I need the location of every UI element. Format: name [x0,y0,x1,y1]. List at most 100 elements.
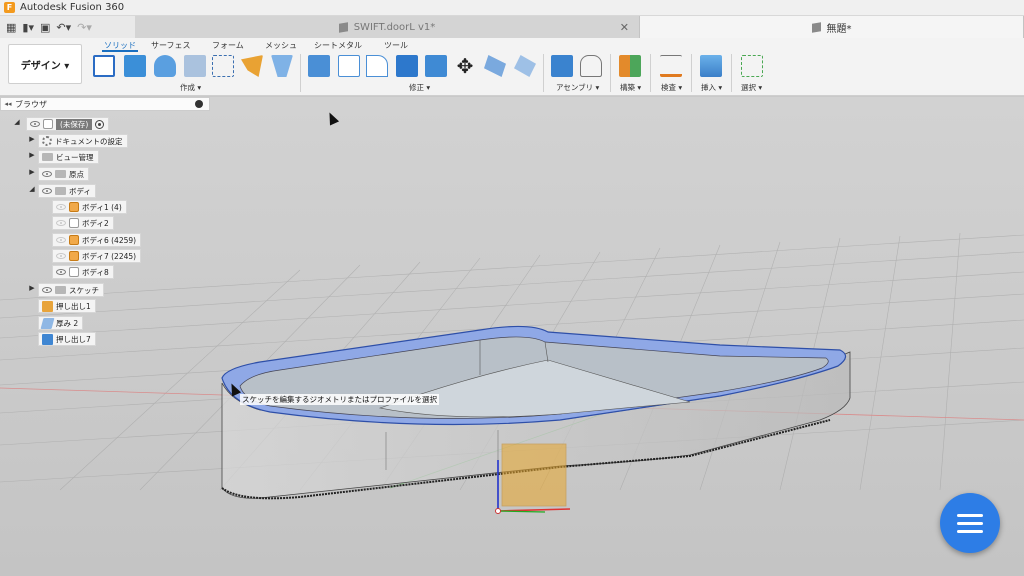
collapse-icon[interactable]: ◢ [28,185,36,193]
tree-item-sketches[interactable]: スケッチ [38,283,104,297]
folder-icon [42,153,53,161]
align-icon[interactable] [484,55,506,77]
tree-item-body2[interactable]: ボディ2 [52,216,114,230]
node-label: スケッチ [69,285,99,295]
tree-item-named-views[interactable]: ビュー管理 [38,150,99,164]
expand-icon[interactable]: ▶ [28,284,36,292]
close-icon[interactable]: ✕ [620,21,629,34]
toolbar-ribbon: デザイン ▾ ソリッド サーフェス フォーム メッシュ シートメタル ツール 作… [0,38,1024,96]
expand-icon[interactable]: ▶ [28,151,36,159]
insert-image-icon[interactable] [700,55,722,77]
fillet-icon[interactable] [338,55,360,77]
construct-group-label[interactable]: 構築 ▾ [620,82,641,93]
extrude-icon[interactable] [124,55,146,77]
tree-item-origin[interactable]: 原点 [38,167,89,181]
save-icon[interactable]: ▣ [40,21,50,34]
viewport-canvas[interactable] [0,97,1024,576]
new-component-icon[interactable] [551,55,573,77]
select-icon[interactable] [741,55,763,77]
expand-icon[interactable]: ▶ [28,135,36,143]
offset-plane-icon[interactable] [619,55,641,77]
visibility-eye-icon[interactable] [42,287,52,293]
visibility-eye-icon[interactable] [56,204,66,210]
document-tab-row: ▦ ▮▾ ▣ ↶▾ ↷▾ SWIFT.doorL v1* ✕ 無題* [0,16,1024,38]
combine-icon[interactable] [425,55,447,77]
node-label: 厚み 2 [56,318,79,328]
tab-sheet-metal[interactable]: シートメタル [314,40,362,51]
measure-icon[interactable] [660,55,682,77]
press-pull-icon[interactable] [308,55,330,77]
folder-icon [55,170,66,178]
gear-icon [42,136,52,146]
menu-icon [957,529,983,533]
window-title: Autodesk Fusion 360 [20,2,125,13]
tab-tools[interactable]: ツール [384,40,408,51]
tree-item-body8[interactable]: ボディ8 [52,265,114,279]
fusion-app-icon: F [4,2,15,13]
tab-form[interactable]: フォーム [212,40,244,51]
sweep-icon[interactable] [241,55,263,77]
visibility-eye-icon[interactable] [42,171,52,177]
collapse-arrows-icon[interactable]: ◂◂ [1,100,15,108]
browser-header: ◂◂ ブラウザ [0,97,210,111]
separator [731,54,732,92]
tab-swift-door[interactable]: SWIFT.doorL v1* ✕ [135,16,640,38]
tree-item-body1[interactable]: ボディ1 (4) [52,200,127,214]
move-icon[interactable]: ✥ [454,55,476,77]
node-label: 押し出し1 [56,301,91,311]
redo-icon[interactable]: ↷▾ [77,21,92,34]
revolve-icon[interactable] [154,55,176,77]
visibility-eye-icon[interactable] [30,121,40,127]
inspect-group-label[interactable]: 検査 ▾ [661,82,682,93]
tab-surface[interactable]: サーフェス [151,40,191,51]
tree-item-document-settings[interactable]: ドキュメントの設定 [38,134,128,148]
undo-icon[interactable]: ↶▾ [56,21,71,34]
node-label: ボディ8 [82,267,109,277]
tab-mesh[interactable]: メッシュ [265,40,297,51]
create-group-label[interactable]: 作成 ▾ [180,82,201,93]
document-icon [338,21,348,33]
node-label: 押し出し7 [56,334,91,344]
tree-root[interactable]: (未保存) [26,117,110,131]
box-icon[interactable] [184,55,206,77]
app-grid-icon[interactable]: ▦ [6,21,16,34]
tree-item-body6[interactable]: ボディ6 (4259) [52,233,142,247]
node-label: ボディ [69,186,91,196]
folder-icon [55,286,66,294]
visibility-eye-icon[interactable] [56,237,66,243]
visibility-eye-icon[interactable] [56,269,66,275]
tab-solid[interactable]: ソリッド [102,40,138,52]
tree-item-body7[interactable]: ボディ7 (2245) [52,249,142,263]
solid-body-icon [69,218,79,228]
tab-untitled[interactable]: 無題* [640,16,1024,38]
thicken-feature-icon [40,317,55,329]
loft-icon[interactable] [271,55,293,77]
tree-item-bodies[interactable]: ボディ [38,184,96,198]
menu-fab-button[interactable] [940,493,1000,553]
pin-icon[interactable] [195,100,203,108]
split-icon[interactable] [514,55,536,77]
visibility-eye-icon[interactable] [56,253,66,259]
modify-group-label[interactable]: 修正 ▾ [409,82,430,93]
expand-icon[interactable]: ▶ [28,168,36,176]
tree-item-thicken2[interactable]: 厚み 2 [38,316,84,330]
extrude-feature-icon [42,333,53,345]
select-group-label[interactable]: 選択 ▾ [741,82,762,93]
workspace-switcher[interactable]: デザイン ▾ [8,44,82,84]
collapse-icon[interactable]: ◢ [13,118,21,126]
insert-group-label[interactable]: 挿入 ▾ [701,82,722,93]
pattern-icon[interactable] [212,55,234,77]
create-sketch-icon[interactable] [93,55,115,77]
chamfer-icon[interactable] [366,55,388,77]
tree-item-extrude7[interactable]: 押し出し7 [38,332,96,346]
browser-title: ブラウザ [15,99,47,109]
shell-icon[interactable] [396,55,418,77]
tree-item-extrude1[interactable]: 押し出し1 [38,299,96,313]
assemble-group-label[interactable]: アセンブリ ▾ [556,82,599,93]
3d-viewport[interactable] [0,97,1024,576]
activate-radio-icon[interactable] [95,119,105,129]
file-icon[interactable]: ▮▾ [22,21,34,34]
visibility-eye-icon[interactable] [56,220,66,226]
joint-icon[interactable] [580,55,602,77]
visibility-eye-icon[interactable] [42,188,52,194]
